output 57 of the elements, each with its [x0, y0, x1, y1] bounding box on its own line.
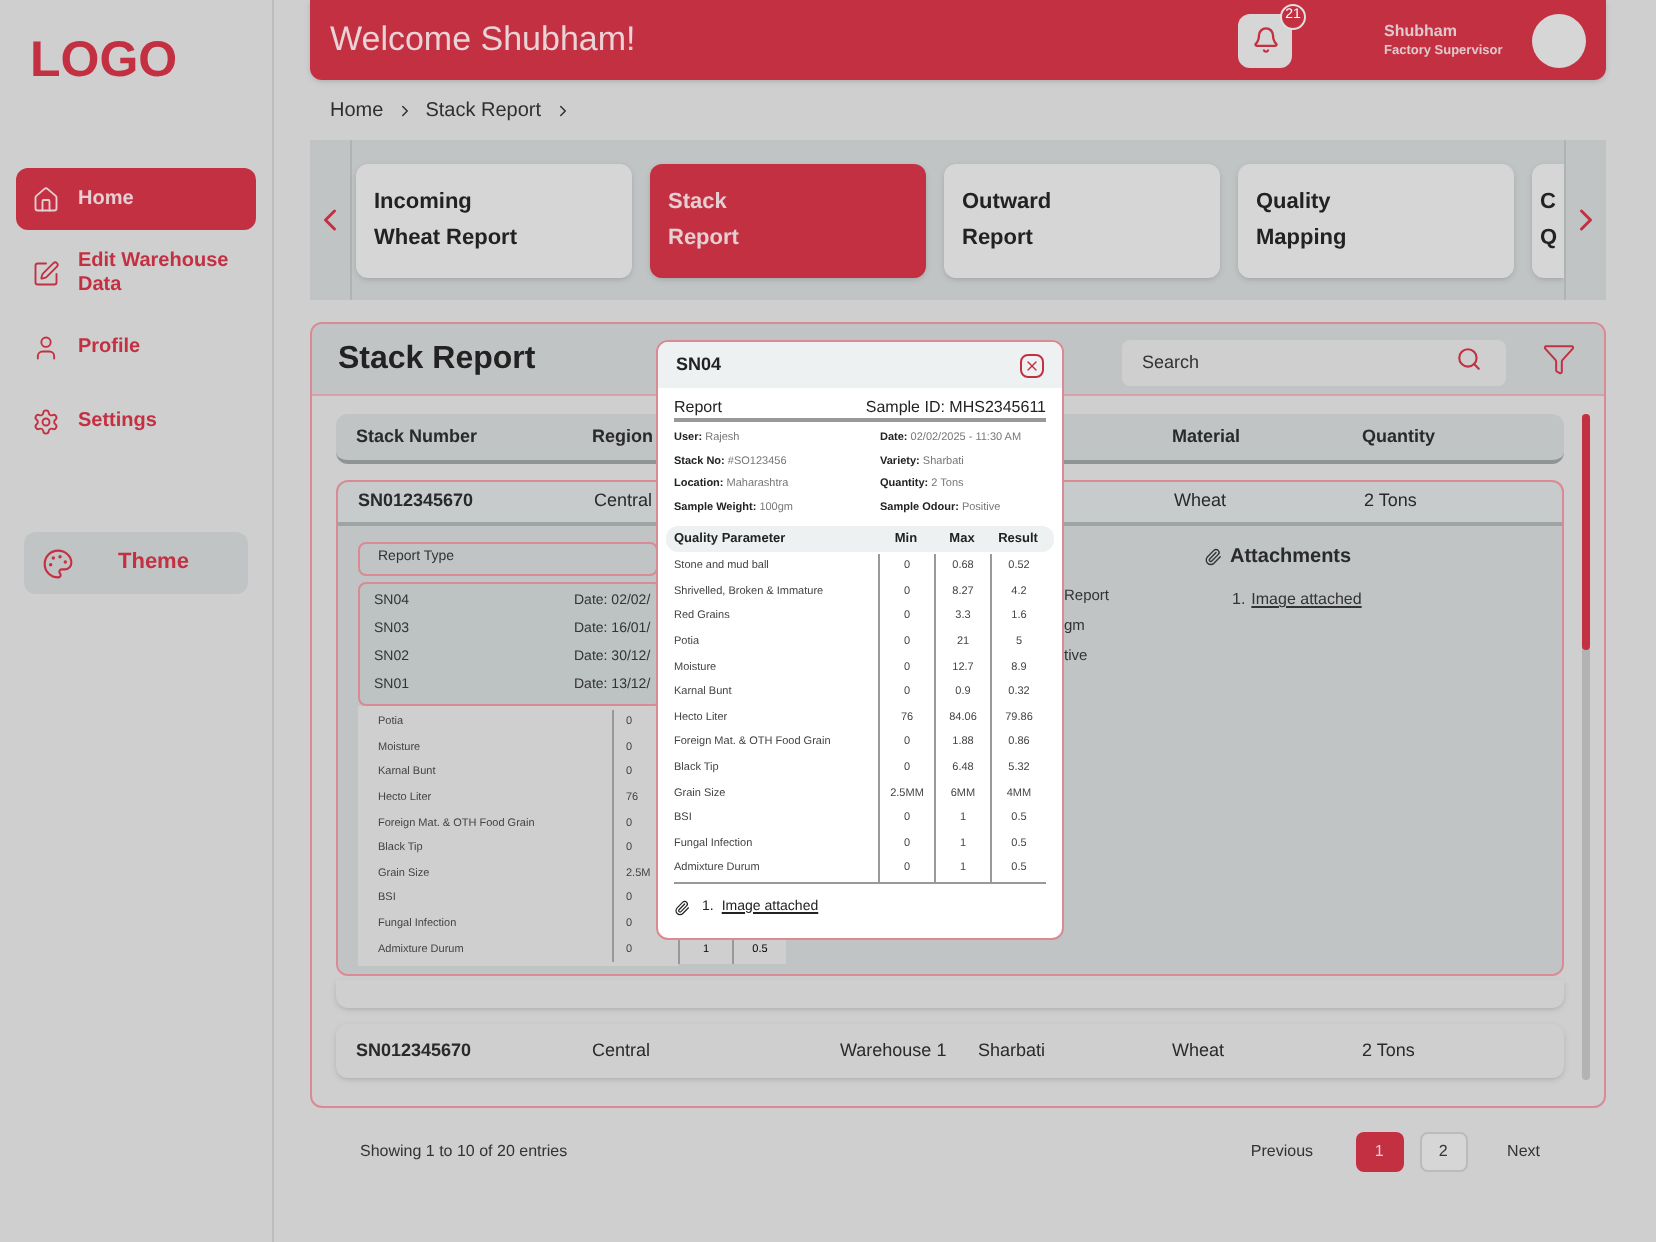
table-cell: SN012345670 — [358, 490, 474, 511]
table-cell: Sharbati — [978, 1039, 1046, 1060]
palette-icon — [42, 547, 74, 579]
close-icon — [1024, 357, 1040, 373]
settings-icon — [32, 407, 60, 435]
table-cell: 2 Tons — [1362, 1039, 1415, 1060]
table-cell: 2 Tons — [1364, 490, 1417, 511]
table-cell: Wheat — [1172, 1039, 1225, 1060]
column-header: Region — [592, 425, 653, 446]
breadcrumb-link[interactable]: Home — [330, 95, 384, 125]
filter-icon — [1542, 342, 1576, 376]
search-field[interactable]: Search — [1122, 339, 1506, 385]
table-row[interactable]: SN012345670 Central Warehouse 1 Sharbati Wheat 2 Tons — [336, 1024, 1564, 1078]
search-icon — [1456, 346, 1482, 372]
scrollbar[interactable] — [1582, 414, 1590, 1080]
section-title: Report — [674, 395, 723, 419]
attachment-link[interactable]: Image attached — [1251, 588, 1362, 612]
user-icon — [32, 333, 60, 361]
close-button[interactable] — [1020, 353, 1044, 377]
sidebar-item[interactable]: Home — [16, 168, 256, 230]
report-tab[interactable]: Incoming Wheat Report — [356, 163, 632, 277]
page-button[interactable]: 1 — [1355, 1132, 1404, 1172]
home-icon — [32, 185, 60, 213]
paperclip-icon — [1204, 548, 1222, 566]
sidebar-item[interactable]: Edit Warehouse Data — [16, 242, 256, 304]
attachments-title: Attachments — [1230, 544, 1352, 572]
table-cell: Warehouse 1 — [840, 1039, 947, 1060]
panel-title: Stack Report — [338, 339, 536, 379]
edit-icon — [32, 259, 60, 287]
sidebar-item[interactable]: Profile — [16, 316, 256, 378]
table-cell: Central — [594, 490, 653, 511]
page-button[interactable]: 2 — [1419, 1132, 1468, 1172]
table-cell: Wheat — [1174, 490, 1227, 511]
sidebar-item[interactable]: Settings — [16, 390, 256, 452]
paperclip-icon — [674, 899, 690, 916]
column-header: Material — [1172, 425, 1241, 446]
breadcrumb-link[interactable]: Stack Report — [425, 95, 541, 125]
table-cell: SN012345670 — [356, 1039, 472, 1060]
avatar[interactable] — [1532, 13, 1586, 67]
dialog-title: SN04 — [676, 351, 722, 378]
user-name: Shubham — [1384, 19, 1459, 41]
sample-id: Sample ID: MHS2345611 — [865, 395, 1046, 419]
previous-button[interactable]: Previous — [1250, 1140, 1314, 1164]
welcome-title: Welcome Shubham! — [330, 18, 636, 63]
report-tab[interactable]: Quality Mapping — [1238, 163, 1514, 277]
next-button[interactable]: Next — [1507, 1140, 1540, 1164]
filter-button[interactable] — [1542, 342, 1576, 376]
column-header: Quantity — [1362, 425, 1436, 446]
report-tab[interactable]: Outward Report — [944, 163, 1220, 277]
column-header: Stack Number — [356, 425, 478, 446]
list-number: 1. — [1232, 588, 1246, 612]
logo: LOGO — [30, 32, 178, 88]
table-cell: Central — [592, 1039, 651, 1060]
report-tab[interactable]: Stack Report — [650, 163, 926, 277]
bell-icon — [1251, 26, 1279, 54]
entries-count: Showing 1 to 10 of 20 entries — [360, 1140, 568, 1164]
report-tab[interactable]: C Q — [1532, 163, 1564, 277]
